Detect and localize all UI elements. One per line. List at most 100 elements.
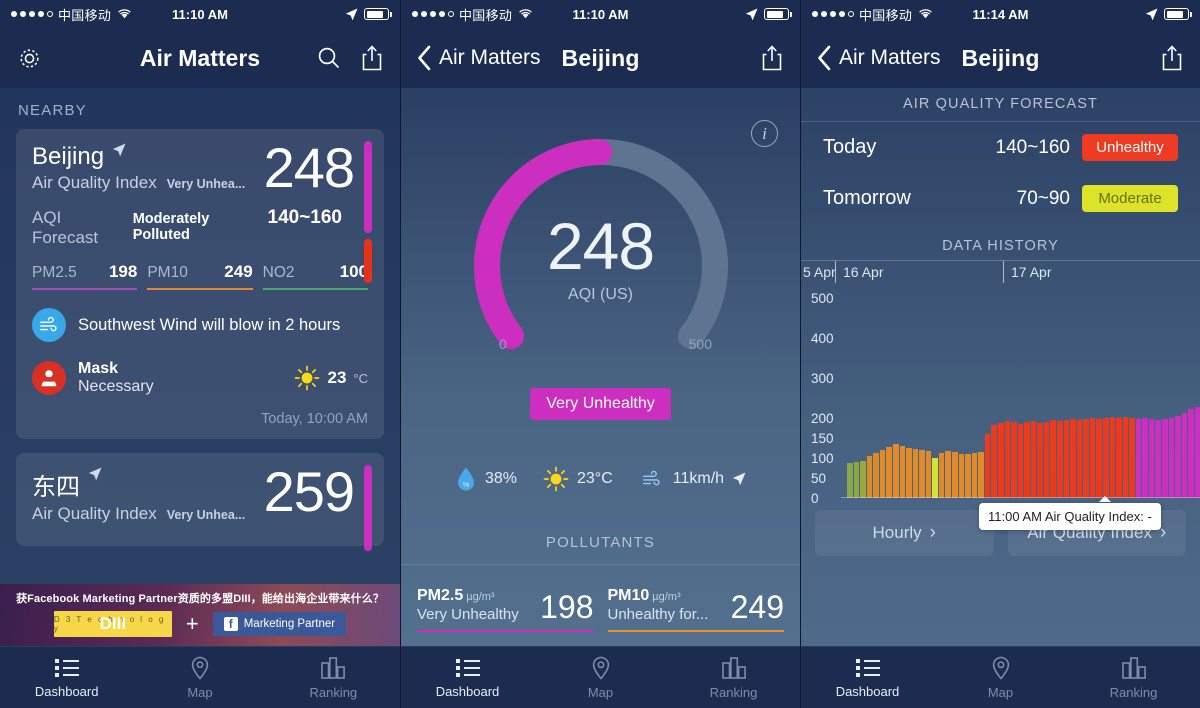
temperature-group: 23 °C <box>294 365 368 391</box>
chart-y-tick: 50 <box>811 471 827 486</box>
share-icon[interactable] <box>760 44 784 72</box>
tooltip-pointer-icon <box>1099 496 1111 502</box>
back-button[interactable]: Air Matters Beijing <box>417 45 640 72</box>
back-button[interactable]: Air Matters Beijing <box>817 45 1040 72</box>
gear-icon[interactable] <box>16 45 43 72</box>
status-right <box>1145 8 1192 21</box>
chart-date-axis: 5 Apr 16 Apr 17 Apr <box>801 260 1200 284</box>
share-icon[interactable] <box>1160 44 1184 72</box>
chart-bar <box>965 454 971 498</box>
nav-bar-1: Air Matters <box>0 28 400 88</box>
ad-logo-row: D 3 T e c h n o l o g y DIII + f Marketi… <box>0 611 400 637</box>
chart-bar <box>958 454 965 498</box>
pollutant-value: 249 <box>730 589 784 625</box>
plus-sign: + <box>185 611 199 636</box>
gauge-value: 248 <box>546 209 655 283</box>
tab-label: Map <box>587 684 614 700</box>
ad-banner[interactable]: 获Facebook Marketing Partner资质的多盟DIII，能给出… <box>0 584 400 646</box>
chart-bar <box>1004 421 1011 498</box>
tab-map[interactable]: Map <box>534 647 667 708</box>
tab-label: Map <box>987 684 1014 700</box>
pollutant-chip: PM10 249 <box>147 262 253 290</box>
tab-dashboard[interactable]: Dashboard <box>801 647 934 708</box>
chart-date-label: 17 Apr <box>1011 264 1052 280</box>
forecast-day: Tomorrow <box>823 187 911 209</box>
chart-bar <box>1109 417 1116 498</box>
pollutant-summary-row: PM2.5 198 PM10 249 NO2 100 <box>16 248 384 290</box>
mask-status: Necessary <box>78 378 154 396</box>
chart-bar <box>899 446 906 498</box>
bar-chart-icon <box>721 656 746 679</box>
list-icon <box>54 658 79 677</box>
tab-bar-3: Dashboard Map Ranking <box>801 646 1200 708</box>
share-icon[interactable] <box>360 44 384 72</box>
tab-map[interactable]: Map <box>934 647 1067 708</box>
chart-bar <box>1076 419 1083 498</box>
forecast-row-tomorrow[interactable]: Tomorrow 70~90 Moderate <box>801 173 1200 224</box>
chart-bars <box>847 298 1200 498</box>
card-header: 东四 259 <box>16 460 384 523</box>
pollutant-unit: µg/m³ <box>466 591 495 603</box>
chart-y-tick: 150 <box>811 431 834 446</box>
chart-bar <box>938 453 945 498</box>
temperature-value: 23 <box>327 368 347 388</box>
aqi-category: Very Unhea... <box>166 507 246 522</box>
gauge-max-label: 500 <box>688 336 712 352</box>
tab-ranking[interactable]: Ranking <box>267 647 400 708</box>
chart-bar <box>1030 421 1037 498</box>
tab-dashboard[interactable]: Dashboard <box>0 647 133 708</box>
city-card-beijing[interactable]: Beijing 248 Air Quality Index Very Unhea… <box>16 129 384 439</box>
location-arrow-icon <box>1145 8 1158 20</box>
wifi-icon <box>918 7 933 22</box>
search-icon[interactable] <box>316 45 342 71</box>
wind-message: Southwest Wind will blow in 2 hours <box>78 315 341 334</box>
tab-bar-1: Dashboard Map Ranking <box>0 646 400 708</box>
signal-strength-icon <box>812 11 854 17</box>
history-chart[interactable]: 5 Apr 16 Apr 17 Apr 0 50 100 150 200 300 400 500 … <box>801 260 1200 530</box>
hourly-button[interactable]: Hourly › <box>815 510 994 556</box>
facebook-icon: f <box>223 617 238 631</box>
wind-value: 11km/h <box>672 470 725 487</box>
chart-bar <box>1168 418 1175 498</box>
pollutant-card-pm10[interactable]: PM10 µg/m³ Unhealthy for... 249 <box>607 587 784 632</box>
ad-headline: 获Facebook Marketing Partner资质的多盟DIII，能给出… <box>16 593 384 605</box>
chart-bar <box>1155 419 1161 498</box>
nav-actions-2 <box>760 44 784 72</box>
tab-ranking[interactable]: Ranking <box>1067 647 1200 708</box>
chart-bar <box>952 452 958 498</box>
forecast-range: 140~160 <box>267 207 343 228</box>
tab-map[interactable]: Map <box>133 647 266 708</box>
bar-chart-icon <box>321 656 346 679</box>
aqi-label: Air Quality Index <box>32 173 157 192</box>
advertiser-logo: D 3 T e c h n o l o g y DIII <box>53 611 172 637</box>
tab-ranking[interactable]: Ranking <box>667 647 800 708</box>
chart-bar <box>847 462 853 498</box>
temperature-item: 23°C <box>543 466 613 492</box>
humidity-value: 38% <box>484 470 517 487</box>
forecast-row-today[interactable]: Today 140~160 Unhealthy <box>801 122 1200 173</box>
pollutant-name: PM10 <box>607 587 650 604</box>
signal-strength-icon <box>412 11 454 17</box>
chart-bar <box>997 422 1004 498</box>
tab-bar-2: Dashboard Map Ranking <box>401 646 800 708</box>
forecast-range: 70~90 <box>1016 187 1070 209</box>
temperature-unit: °C <box>353 370 368 386</box>
chart-bar <box>1070 418 1076 498</box>
wind-icon <box>642 470 660 486</box>
chart-bar <box>853 462 860 498</box>
chart-bar <box>919 450 925 498</box>
chart-bar <box>1017 423 1024 498</box>
forecast-label: AQI Forecast <box>32 208 99 247</box>
info-icon[interactable]: i <box>751 120 778 147</box>
map-pin-icon <box>592 656 609 680</box>
tab-dashboard[interactable]: Dashboard <box>401 647 534 708</box>
chart-bar <box>906 448 912 498</box>
status-right <box>345 8 392 21</box>
chart-date-label: 16 Apr <box>843 264 884 280</box>
chart-bar <box>1083 418 1089 498</box>
pollutant-card-pm25[interactable]: PM2.5 µg/m³ Very Unhealthy 198 <box>417 587 594 632</box>
chart-bar <box>866 456 873 498</box>
status-bar-1: 中国移动 11:10 AM <box>0 0 400 28</box>
battery-icon <box>1164 8 1192 20</box>
city-card-dongsi[interactable]: 东四 259 Air Quality Index Very Unhea... <box>16 452 384 551</box>
